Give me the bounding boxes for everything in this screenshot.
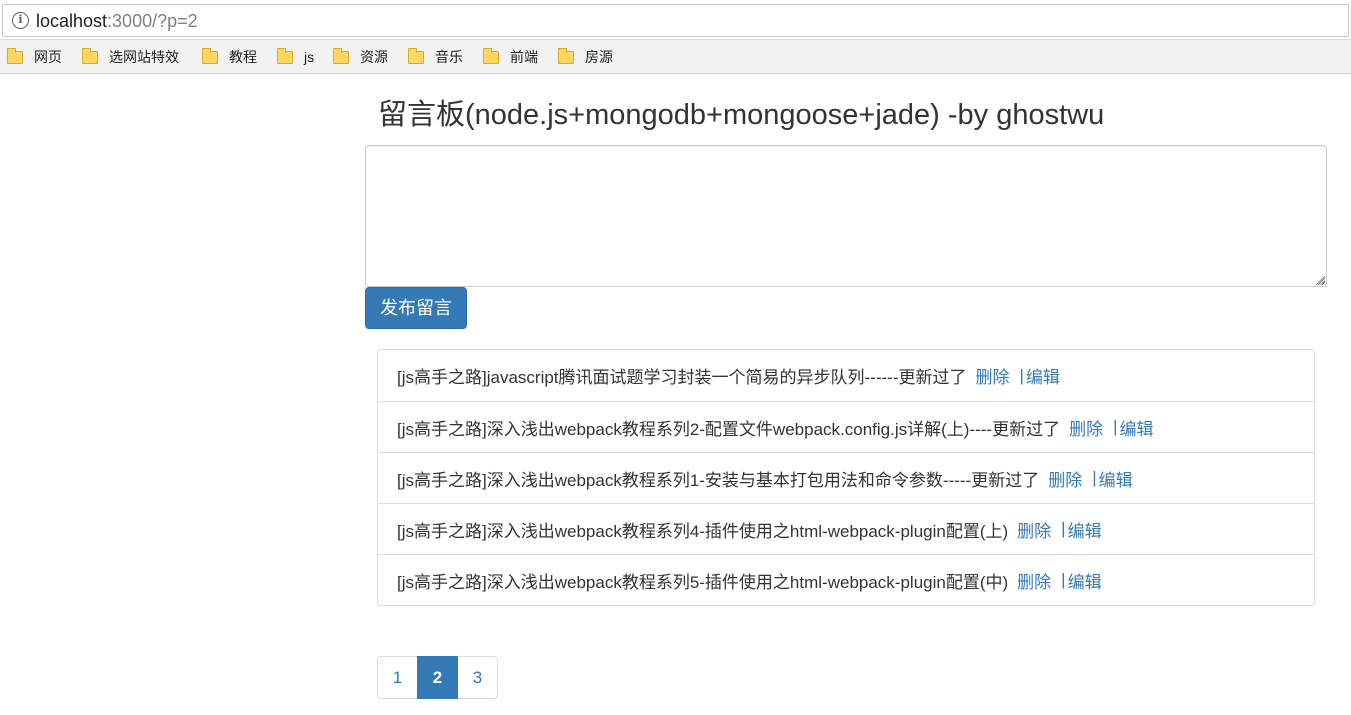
separator: |: [1113, 417, 1118, 436]
list-item: [js高手之路]深入浅出webpack教程系列1-安装与基本打包用法和命令参数-…: [378, 452, 1314, 503]
edit-link[interactable]: 编辑: [1099, 466, 1133, 491]
separator: |: [1019, 365, 1024, 385]
delete-link[interactable]: 删除: [976, 363, 1010, 388]
bookmark-label: 前端: [510, 49, 538, 65]
bookmark-label: 网页: [34, 49, 62, 65]
separator: |: [1061, 519, 1066, 538]
page-link-2[interactable]: 2: [417, 656, 458, 699]
bookmark-label: 资源: [360, 49, 388, 65]
bookmark-folder[interactable]: js: [277, 47, 315, 65]
delete-link[interactable]: 删除: [1069, 415, 1103, 440]
bookmark-label: 房源: [585, 49, 613, 65]
bookmark-folder[interactable]: 教程: [202, 47, 257, 65]
page-title: 留言板(node.js+mongodb+mongoose+jade) -by g…: [378, 99, 1105, 131]
message-list: [js高手之路]javascript腾讯面试题学习封装一个简易的异步队列----…: [377, 349, 1315, 606]
bookmarks-bar: 网页 选网站特效 教程 js 资源 音乐 前端 房源: [0, 40, 1351, 74]
delete-link[interactable]: 删除: [1048, 466, 1082, 491]
edit-link[interactable]: 编辑: [1026, 363, 1060, 388]
delete-link[interactable]: 删除: [1017, 568, 1051, 593]
bookmark-label: 选网站特效: [109, 49, 179, 65]
bookmark-folder[interactable]: 选网站特效: [82, 47, 179, 65]
url-text[interactable]: localhost:3000/?p=2: [36, 11, 198, 31]
pagination: 1 2 3: [377, 656, 498, 699]
publish-button[interactable]: 发布留言: [365, 287, 467, 329]
message-textarea[interactable]: [365, 145, 1327, 287]
bookmark-folder[interactable]: 网页: [7, 47, 62, 65]
edit-link[interactable]: 编辑: [1120, 415, 1154, 440]
url-rest: :3000/?p=2: [107, 11, 198, 31]
message-text: [js高手之路]深入浅出webpack教程系列5-插件使用之html-webpa…: [397, 572, 1009, 592]
info-icon[interactable]: i: [12, 12, 29, 29]
separator: |: [1061, 570, 1066, 589]
bookmark-label: js: [304, 49, 315, 65]
folder-icon: [202, 47, 218, 64]
folder-icon: [333, 47, 349, 64]
list-item: [js高手之路]深入浅出webpack教程系列4-插件使用之html-webpa…: [378, 503, 1314, 554]
url-field[interactable]: i localhost:3000/?p=2: [2, 4, 1349, 37]
list-item: [js高手之路]深入浅出webpack教程系列2-配置文件webpack.con…: [378, 401, 1314, 452]
bookmark-folder[interactable]: 前端: [483, 47, 538, 65]
message-text: [js高手之路]javascript腾讯面试题学习封装一个简易的异步队列----…: [397, 368, 967, 387]
browser-address-bar: i localhost:3000/?p=2: [0, 0, 1351, 40]
bookmark-label: 教程: [229, 49, 257, 65]
url-host: localhost: [36, 11, 108, 31]
bookmark-label: 音乐: [435, 49, 463, 65]
bookmark-folder[interactable]: 房源: [558, 47, 613, 65]
folder-icon: [558, 47, 574, 64]
bookmark-folder[interactable]: 音乐: [408, 47, 463, 65]
resize-handle-icon[interactable]: [1316, 276, 1325, 285]
message-text: [js高手之路]深入浅出webpack教程系列4-插件使用之html-webpa…: [397, 521, 1009, 541]
bookmark-folder[interactable]: 资源: [333, 47, 388, 65]
message-text: [js高手之路]深入浅出webpack教程系列1-安装与基本打包用法和命令参数-…: [397, 470, 1040, 490]
edit-link[interactable]: 编辑: [1068, 517, 1102, 542]
page-link-1[interactable]: 1: [377, 656, 418, 699]
folder-icon: [408, 47, 424, 64]
delete-link[interactable]: 删除: [1017, 517, 1051, 542]
list-item: [js高手之路]javascript腾讯面试题学习封装一个简易的异步队列----…: [378, 350, 1314, 401]
folder-icon: [277, 47, 293, 64]
edit-link[interactable]: 编辑: [1068, 568, 1102, 593]
list-item: [js高手之路]深入浅出webpack教程系列5-插件使用之html-webpa…: [378, 554, 1314, 605]
folder-icon: [483, 47, 499, 64]
page-link-3[interactable]: 3: [457, 656, 498, 699]
folder-icon: [7, 47, 23, 64]
separator: |: [1092, 468, 1097, 487]
folder-icon: [82, 47, 98, 64]
message-text: [js高手之路]深入浅出webpack教程系列2-配置文件webpack.con…: [397, 419, 1061, 439]
